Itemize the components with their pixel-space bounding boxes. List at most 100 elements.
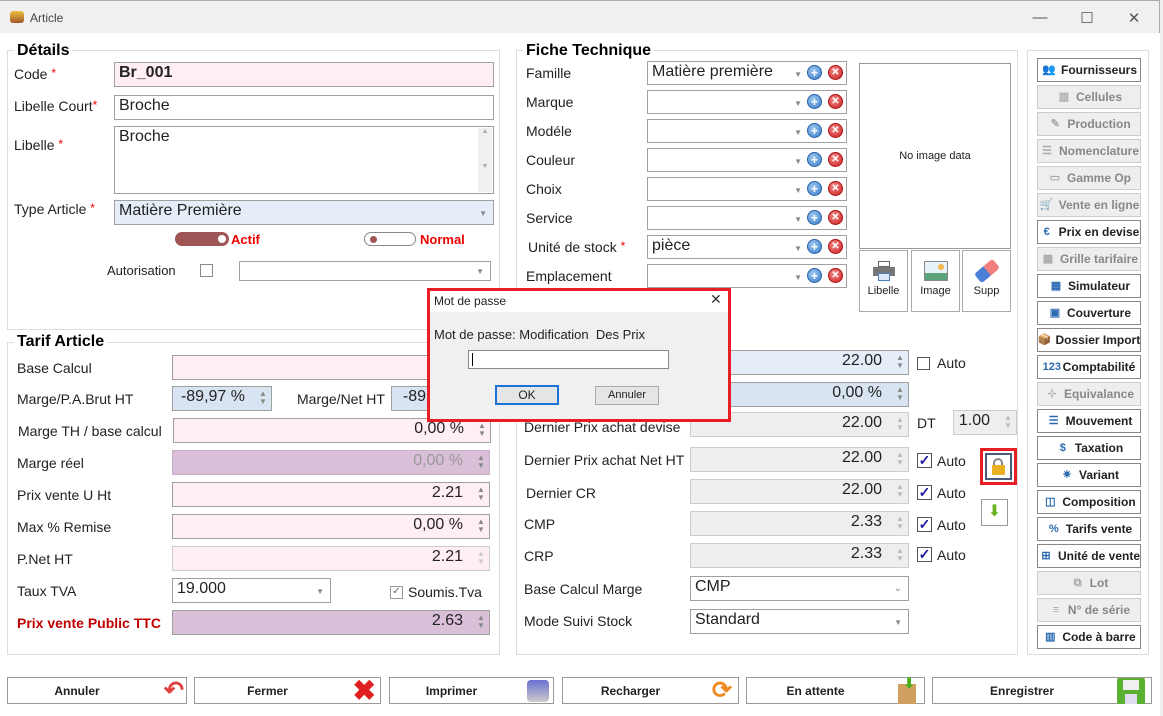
- minimize-button[interactable]: —: [1030, 9, 1050, 26]
- download-arrow-icon: ⬇: [987, 503, 1002, 520]
- list-icon: ☰: [1042, 145, 1052, 157]
- libelle-textarea[interactable]: Broche ▲ ▼: [114, 126, 494, 194]
- remove-service-button[interactable]: ✕: [828, 210, 843, 225]
- sidebar-item-gamme-op[interactable]: ▭ Gamme Op: [1037, 166, 1141, 190]
- add-couleur-button[interactable]: +: [807, 152, 822, 167]
- sidebar-item-prix-en-devise[interactable]: € Prix en devise: [1037, 220, 1141, 244]
- supp-button[interactable]: Supp: [962, 250, 1011, 312]
- actif-toggle[interactable]: [175, 232, 229, 246]
- autorisation-select[interactable]: ▼: [239, 261, 491, 281]
- marge-pa-brut-input[interactable]: -89,97 % ▲ ▼: [172, 386, 272, 411]
- sidebar-item-couverture[interactable]: ▣ Couverture: [1037, 301, 1141, 325]
- sidebar-item-composition[interactable]: ◫ Composition: [1037, 490, 1141, 514]
- cart-icon: 🛒: [1039, 199, 1054, 211]
- type-article-label: Type Article *: [14, 201, 95, 217]
- libelle-scrollbar[interactable]: ▲ ▼: [478, 128, 492, 192]
- remove-couleur-button[interactable]: ✕: [828, 152, 843, 167]
- add-emplacement-button[interactable]: +: [807, 268, 822, 283]
- dialog-close-button[interactable]: ✕: [710, 291, 722, 308]
- spinner-icon[interactable]: ▲ ▼: [476, 486, 486, 502]
- remove-famille-button[interactable]: ✕: [828, 65, 843, 80]
- auto-checkbox-2[interactable]: ✓: [917, 453, 932, 468]
- auto-label-5: Auto: [937, 547, 966, 563]
- percent-icon: %: [1048, 523, 1059, 535]
- max-remise-input[interactable]: 0,00 % ▲ ▼: [172, 514, 490, 539]
- libelle-text: Broche: [119, 128, 170, 145]
- spinner-icon[interactable]: ▲ ▼: [476, 518, 486, 534]
- remove-marque-button[interactable]: ✕: [828, 94, 843, 109]
- sidebar-item-fournisseurs[interactable]: 👥 Fournisseurs: [1037, 58, 1141, 82]
- sidebar-item-variant[interactable]: ✷ Variant: [1037, 463, 1141, 487]
- download-button[interactable]: ⬇: [981, 499, 1008, 526]
- base-marge-select[interactable]: CMP ⌄: [690, 576, 909, 601]
- recharger-button[interactable]: Recharger ⟳: [562, 677, 739, 704]
- sidebar-item-production[interactable]: ✎ Production: [1037, 112, 1141, 136]
- en-attente-button[interactable]: En attente ⬇: [746, 675, 925, 704]
- prix-vente-u-input[interactable]: 2.21 ▲ ▼: [172, 482, 490, 507]
- sidebar-item-code-a-barre[interactable]: ▥ Code à barre: [1037, 625, 1141, 649]
- add-choix-button[interactable]: +: [807, 181, 822, 196]
- add-famille-button[interactable]: +: [807, 65, 822, 80]
- sidebar-item-comptabilite[interactable]: 123 Comptabilité: [1037, 355, 1141, 379]
- sidebar-item-tarifs-vente[interactable]: % Tarifs vente: [1037, 517, 1141, 541]
- sidebar-item-cellules[interactable]: ▥ Cellules: [1037, 85, 1141, 109]
- code-input[interactable]: Br_001: [114, 62, 494, 87]
- marge-net-input[interactable]: -89: [391, 386, 431, 411]
- enregistrer-button[interactable]: Enregistrer: [932, 677, 1152, 704]
- spinner-icon[interactable]: ▲ ▼: [477, 422, 487, 438]
- sidebar-item-mouvement[interactable]: ☰ Mouvement: [1037, 409, 1141, 433]
- image-icon: [923, 261, 948, 281]
- sidebar-item-n-de-serie[interactable]: ≡ N° de série: [1037, 598, 1141, 622]
- sidebar-item-unite-de-vente[interactable]: ⊞ Unité de vente: [1037, 544, 1141, 568]
- tax-icon: $: [1059, 442, 1066, 454]
- spinner-icon[interactable]: ▲ ▼: [258, 390, 268, 406]
- sidebar-item-equivalance[interactable]: ⊹ Equivalance: [1037, 382, 1141, 406]
- close-button[interactable]: ✕: [1124, 9, 1144, 27]
- remove-unite-de-stock-button[interactable]: ✕: [828, 239, 843, 254]
- spinner-icon[interactable]: ▲ ▼: [895, 386, 905, 402]
- autorisation-checkbox[interactable]: [200, 264, 213, 277]
- add-modele-button[interactable]: +: [807, 123, 822, 138]
- sidebar-item-simulateur[interactable]: ▦ Simulateur: [1037, 274, 1141, 298]
- sidebar-item-dossier-import[interactable]: 📦 Dossier Import: [1037, 328, 1141, 352]
- window-title: Article: [30, 11, 64, 25]
- sidebar-item-lot[interactable]: ⧉ Lot: [1037, 571, 1141, 595]
- spinner-icon[interactable]: ▲ ▼: [476, 614, 486, 630]
- add-unite-de-stock-button[interactable]: +: [807, 239, 822, 254]
- soumis-tva-checkbox[interactable]: ✓: [390, 586, 403, 599]
- add-service-button[interactable]: +: [807, 210, 822, 225]
- add-marque-button[interactable]: +: [807, 94, 822, 109]
- taux-tva-select[interactable]: 19.000 ▼: [172, 578, 331, 603]
- sidebar-item-grille-tarifaire[interactable]: ▦ Grille tarifaire: [1037, 247, 1141, 271]
- sidebar-item-vente-en-ligne[interactable]: 🛒 Vente en ligne: [1037, 193, 1141, 217]
- auto-checkbox-1[interactable]: [917, 357, 930, 370]
- password-dialog: Mot de passe ✕ Mot de passe: Modificatio…: [427, 288, 731, 422]
- sidebar-item-nomenclature[interactable]: ☰ Nomenclature: [1037, 139, 1141, 163]
- sidebar-item-taxation[interactable]: $ Taxation: [1037, 436, 1141, 460]
- imprimer-button[interactable]: Imprimer: [389, 677, 554, 704]
- base-calcul-input[interactable]: [172, 355, 432, 380]
- fermer-button[interactable]: Fermer ✖: [194, 676, 381, 706]
- base-marge-label: Base Calcul Marge: [524, 581, 643, 597]
- libelle-court-input[interactable]: Broche: [114, 95, 494, 120]
- dialog-cancel-button[interactable]: Annuler: [595, 386, 659, 405]
- auto-checkbox-3[interactable]: ✓: [917, 485, 932, 500]
- libelle-print-button[interactable]: Libelle: [859, 250, 908, 312]
- prix-public-input[interactable]: 2.63 ▲ ▼: [172, 610, 490, 635]
- annuler-button[interactable]: Annuler ↶: [7, 677, 187, 704]
- mode-stock-select[interactable]: Standard ▼: [690, 609, 909, 634]
- password-input[interactable]: [468, 350, 669, 369]
- lock-button[interactable]: [985, 453, 1012, 480]
- spinner-icon[interactable]: ▲ ▼: [895, 354, 905, 370]
- type-article-select[interactable]: Matière Première ▼: [114, 200, 494, 225]
- remove-emplacement-button[interactable]: ✕: [828, 268, 843, 283]
- maximize-button[interactable]: ☐: [1077, 9, 1097, 27]
- remove-choix-button[interactable]: ✕: [828, 181, 843, 196]
- dernier-net-label: Dernier Prix achat Net HT: [524, 452, 685, 468]
- auto-checkbox-4[interactable]: ✓: [917, 517, 932, 532]
- dialog-ok-button[interactable]: OK: [495, 385, 559, 405]
- image-button[interactable]: Image: [911, 250, 960, 312]
- auto-checkbox-5[interactable]: ✓: [917, 547, 932, 562]
- normal-toggle[interactable]: [364, 232, 416, 246]
- remove-modele-button[interactable]: ✕: [828, 123, 843, 138]
